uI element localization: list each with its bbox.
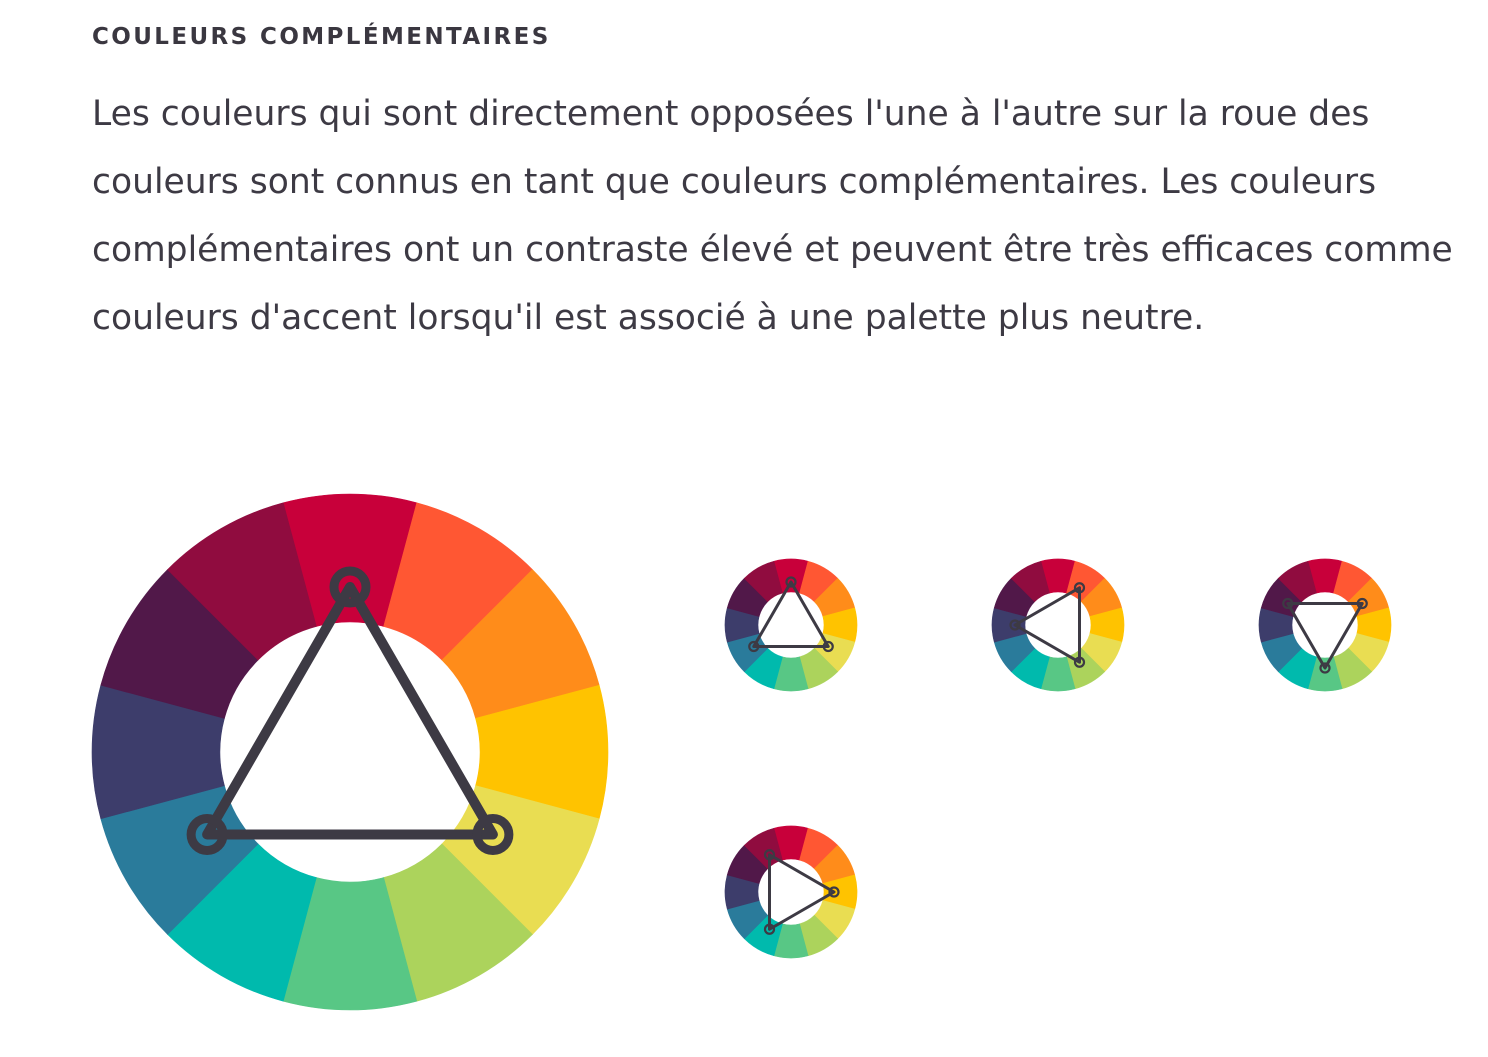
color-wheel-large [91,493,609,1011]
color-wheel-small-triad-2 [991,558,1125,692]
color-wheel-small-triad-4 [724,825,858,959]
section-title: COULEURS COMPLÉMENTAIRES [92,24,551,50]
section-description: Les couleurs qui sont directement opposé… [92,94,1453,338]
color-wheel-small-triad-3 [1258,558,1392,692]
color-wheel-small-triad-1 [724,558,858,692]
